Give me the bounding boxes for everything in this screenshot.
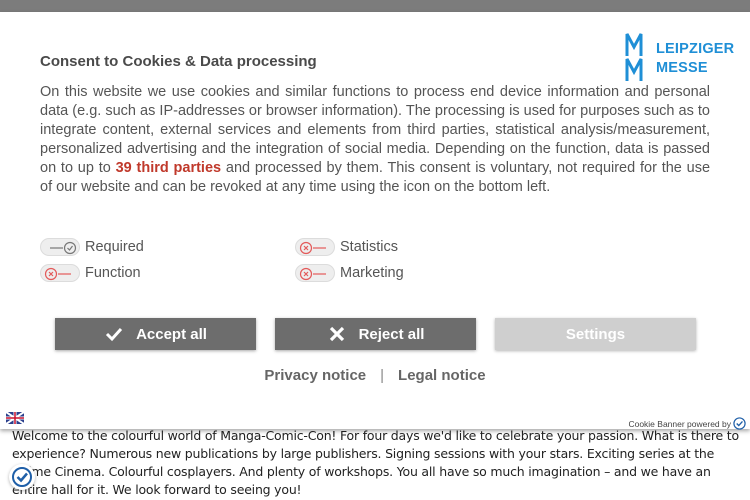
toggle-marketing[interactable]: Marketing xyxy=(295,263,404,283)
toggle-label-function: Function xyxy=(85,265,141,281)
toggle-label-statistics: Statistics xyxy=(340,239,399,255)
links-separator: | xyxy=(380,367,385,384)
marketing-switch[interactable] xyxy=(295,264,335,282)
statistics-switch[interactable] xyxy=(295,238,335,256)
logo-text-line1: LEIPZIGER xyxy=(656,41,735,57)
logo-text-line2: MESSE xyxy=(656,60,708,76)
accept-all-label: Accept all xyxy=(136,325,207,343)
checkmark-icon xyxy=(106,327,123,342)
dialog-title: Consent to Cookies & Data processing xyxy=(40,53,317,70)
usercentrics-shield-icon[interactable] xyxy=(733,417,746,430)
accept-all-button[interactable]: Accept all xyxy=(55,318,256,350)
language-flag-icon[interactable] xyxy=(6,412,24,424)
shield-check-icon xyxy=(12,467,32,487)
consent-description: On this website we use cookies and simil… xyxy=(40,83,710,197)
powered-by-text[interactable]: Cookie Banner powered by xyxy=(628,419,731,429)
leipziger-messe-logo[interactable]: LEIPZIGER MESSE xyxy=(624,31,734,85)
x-circle-icon xyxy=(299,267,326,281)
dialog-links: Privacy notice | Legal notice xyxy=(0,367,750,384)
function-switch[interactable] xyxy=(40,264,80,282)
mm-logo-icon xyxy=(625,33,643,81)
reject-all-label: Reject all xyxy=(358,325,425,343)
x-circle-icon xyxy=(299,241,326,255)
check-icon xyxy=(50,241,77,255)
consent-categories: Required Statistics Function Marketing xyxy=(40,237,460,287)
reject-all-button[interactable]: Reject all xyxy=(275,318,476,350)
cookie-consent-dialog: Consent to Cookies & Data processing LEI… xyxy=(0,12,750,430)
page-header-bar xyxy=(0,0,750,12)
toggle-function[interactable]: Function xyxy=(40,263,141,283)
settings-label: Settings xyxy=(565,325,626,343)
close-icon xyxy=(329,326,344,342)
toggle-statistics[interactable]: Statistics xyxy=(295,237,398,257)
page-intro-text: Welcome to the colourful world of Manga-… xyxy=(12,428,739,497)
privacy-notice-link[interactable]: Privacy notice xyxy=(264,367,366,384)
required-switch[interactable] xyxy=(40,238,80,256)
x-circle-icon xyxy=(44,267,71,281)
settings-button[interactable]: Settings xyxy=(495,318,696,350)
privacy-settings-button[interactable] xyxy=(9,464,35,490)
legal-notice-link[interactable]: Legal notice xyxy=(398,367,486,384)
toggle-label-required: Required xyxy=(85,239,144,255)
toggle-label-marketing: Marketing xyxy=(340,265,404,281)
third-parties-link[interactable]: 39 third parties xyxy=(116,160,221,176)
toggle-required[interactable]: Required xyxy=(40,237,144,257)
